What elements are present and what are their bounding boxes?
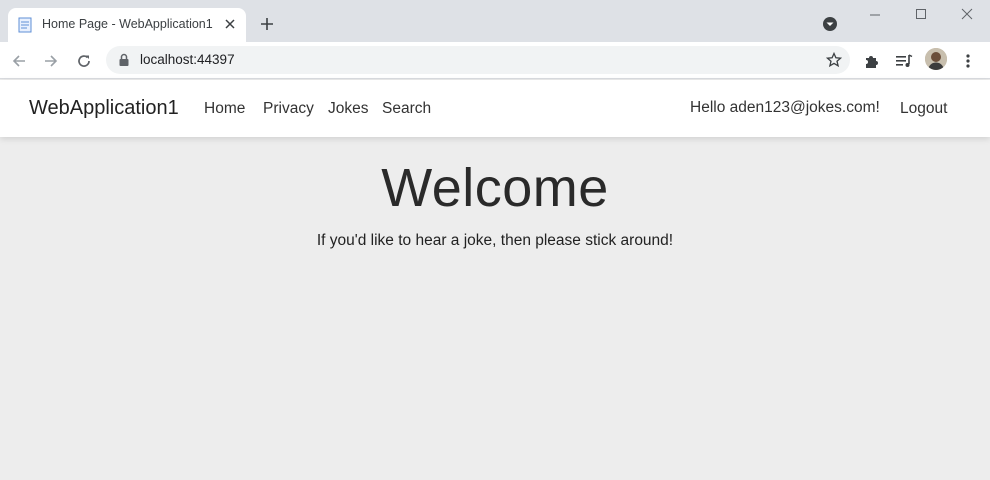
profile-avatar[interactable] — [925, 48, 947, 70]
menu-icon[interactable] — [957, 50, 979, 72]
nav-link-home[interactable]: Home — [204, 100, 245, 118]
user-greeting-link[interactable]: Hello aden123@jokes.com! — [690, 99, 880, 117]
extensions-icon[interactable] — [861, 50, 883, 72]
welcome-tagline: If you'd like to hear a joke, then pleas… — [316, 232, 674, 249]
reading-list-icon[interactable] — [893, 50, 915, 72]
lock-icon — [119, 53, 129, 66]
tab-search-icon[interactable] — [822, 16, 838, 32]
browser-tab[interactable]: Home Page - WebApplication1 — [8, 8, 246, 42]
browser-tabstrip: Home Page - WebApplication1 — [0, 0, 990, 42]
reload-icon[interactable] — [73, 50, 95, 72]
nav-link-search[interactable]: Search — [382, 100, 431, 118]
plus-icon[interactable] — [258, 15, 276, 33]
site-navbar: WebApplication1 Home Privacy Jokes Searc… — [0, 80, 990, 137]
page-title: Welcome — [381, 158, 609, 218]
back-icon[interactable] — [8, 50, 30, 72]
close-icon[interactable] — [222, 16, 238, 32]
tab-title: Home Page - WebApplication1 — [42, 17, 213, 31]
forward-icon[interactable] — [40, 50, 62, 72]
document-icon — [18, 17, 32, 33]
nav-link-jokes[interactable]: Jokes — [328, 100, 369, 118]
nav-link-privacy[interactable]: Privacy — [263, 100, 314, 118]
minimize-icon[interactable] — [865, 6, 885, 22]
brand-link[interactable]: WebApplication1 — [29, 97, 179, 120]
star-icon[interactable] — [826, 52, 842, 68]
address-bar[interactable]: localhost:44397 — [106, 46, 850, 74]
browser-toolbar: localhost:44397 — [0, 42, 990, 79]
logout-button[interactable]: Logout — [900, 100, 947, 118]
window-close-icon[interactable] — [957, 6, 977, 22]
url-text[interactable]: localhost:44397 — [140, 52, 235, 67]
maximize-icon[interactable] — [911, 6, 931, 22]
